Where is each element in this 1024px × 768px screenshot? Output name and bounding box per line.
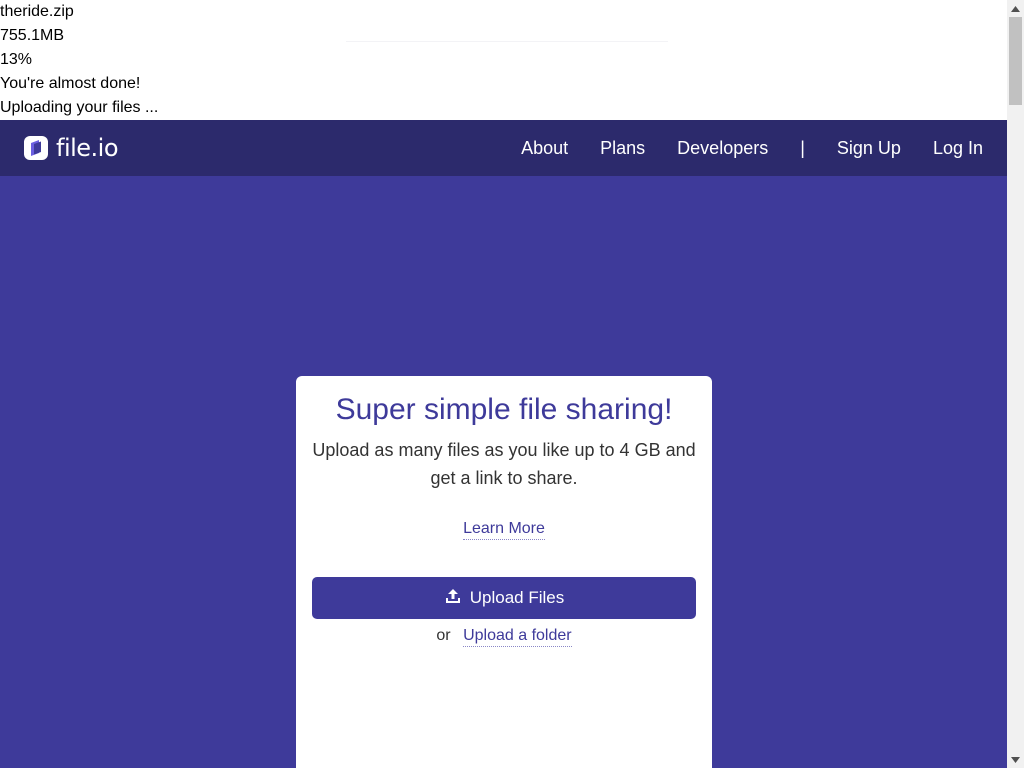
- upload-folder-link[interactable]: Upload a folder: [463, 627, 572, 647]
- nav-link-log-in[interactable]: Log In: [933, 138, 983, 159]
- upload-icon: [444, 587, 462, 610]
- upload-almost-done-text: You're almost done!: [0, 75, 141, 92]
- nav-link-sign-up[interactable]: Sign Up: [837, 138, 901, 159]
- upload-progress-percent: 13%: [0, 51, 33, 68]
- card-title: Super simple file sharing!: [335, 393, 673, 426]
- brand-name: file.io: [56, 134, 119, 162]
- learn-more-row: Learn More: [296, 520, 712, 540]
- nav-link-plans[interactable]: Plans: [600, 138, 645, 159]
- upload-file-size: 755.1MB: [0, 27, 65, 44]
- upload-files-button[interactable]: Upload Files: [312, 577, 696, 619]
- upload-card: Super simple file sharing! Upload as man…: [296, 376, 712, 768]
- learn-more-link[interactable]: Learn More: [463, 520, 545, 540]
- page: theride.zip 755.1MB 13% You're almost do…: [0, 0, 1007, 768]
- arrow-up-icon[interactable]: [1007, 0, 1024, 17]
- card-description: Upload as many files as you like up to 4…: [312, 440, 696, 488]
- arrow-down-icon[interactable]: [1007, 751, 1024, 768]
- or-text: or: [436, 627, 451, 644]
- upload-status-panel: theride.zip 755.1MB 13% You're almost do…: [0, 0, 1007, 120]
- file-io-logo-icon: [24, 136, 48, 160]
- nav-separator: |: [800, 137, 805, 158]
- hero-section: Super simple file sharing! Upload as man…: [0, 176, 1007, 768]
- top-navbar: file.io About Plans Developers | Sign Up…: [0, 120, 1007, 176]
- brand-logo[interactable]: file.io: [24, 134, 119, 162]
- upload-uploading-text: Uploading your files ...: [0, 99, 159, 116]
- upload-folder-row: or Upload a folder: [296, 627, 712, 647]
- nav-links: About Plans Developers | Sign Up Log In: [489, 120, 983, 176]
- nav-link-developers[interactable]: Developers: [677, 138, 768, 159]
- upload-files-label: Upload Files: [469, 588, 565, 607]
- scrollbar-thumb[interactable]: [1009, 17, 1022, 105]
- vertical-scrollbar[interactable]: [1007, 0, 1024, 768]
- divider: [346, 41, 668, 42]
- upload-file-name: theride.zip: [0, 3, 74, 20]
- nav-link-about[interactable]: About: [521, 138, 568, 159]
